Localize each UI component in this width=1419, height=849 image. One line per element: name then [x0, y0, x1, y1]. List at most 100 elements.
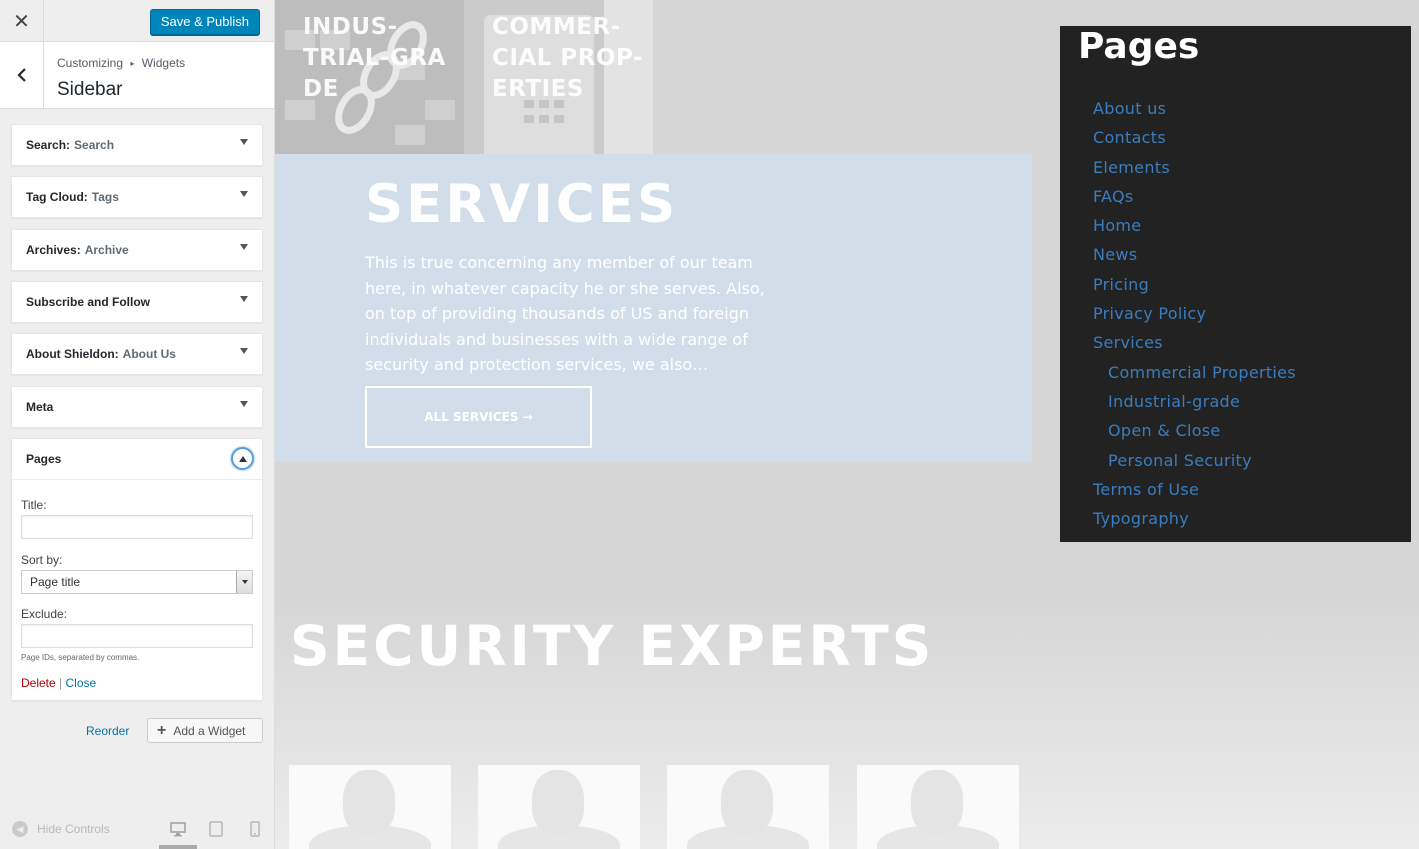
- widget-name: Archives:: [26, 243, 81, 257]
- expert-card[interactable]: [289, 765, 451, 849]
- page-link[interactable]: Typography: [1093, 504, 1296, 533]
- mobile-preview-icon[interactable]: [247, 821, 263, 837]
- actions-separator: |: [59, 676, 63, 690]
- widget-subtitle: Archive: [84, 243, 129, 257]
- pages-widget-title: Pages: [1078, 26, 1200, 67]
- widget-actions: Delete | Close: [21, 676, 253, 690]
- customizer-footer: ◀ Hide Controls: [0, 803, 274, 849]
- desktop-preview-icon[interactable]: [170, 821, 186, 837]
- widget-about-shieldon[interactable]: About Shieldon: About Us: [11, 333, 263, 375]
- delete-link[interactable]: Delete: [21, 676, 56, 690]
- title-label: Title:: [21, 498, 47, 512]
- breadcrumb-separator: ▸: [130, 59, 135, 68]
- page-link-child[interactable]: Personal Security: [1093, 446, 1296, 475]
- page-link-child[interactable]: Commercial Properties: [1093, 358, 1296, 387]
- widget-header[interactable]: Pages: [12, 439, 262, 479]
- commercial-properties-tile[interactable]: COMMER- CIAL PROP- ERTIES: [464, 0, 653, 154]
- close-icon[interactable]: ✕: [0, 0, 44, 42]
- widget-header[interactable]: Archives: Archive: [12, 230, 262, 270]
- portrait-face: [911, 770, 963, 834]
- exclude-label: Exclude:: [21, 607, 68, 621]
- pages-widget-preview: Pages About us Contacts Elements FAQs Home Ne…: [1060, 26, 1411, 542]
- triangle-down-icon[interactable]: [240, 139, 248, 145]
- breadcrumb: Customizing ▸ Widgets: [57, 56, 185, 70]
- widget-header[interactable]: Tag Cloud: Tags: [12, 177, 262, 217]
- widget-archives[interactable]: Archives: Archive: [11, 229, 263, 271]
- triangle-down-icon[interactable]: [240, 244, 248, 250]
- save-publish-button[interactable]: Save & Publish: [149, 9, 260, 35]
- active-device-indicator: [159, 845, 197, 849]
- triangle-down-icon[interactable]: [240, 191, 248, 197]
- industrial-grade-tile[interactable]: INDUS- TRIAL-GRA DE: [275, 0, 464, 154]
- triangle-up-icon[interactable]: [231, 447, 254, 470]
- exclude-hint: Page IDs, separated by commas.: [21, 653, 140, 662]
- section-header: Customizing ▸ Widgets Sidebar: [0, 42, 274, 109]
- widget-subtitle: Search: [74, 138, 115, 152]
- widget-header[interactable]: Subscribe and Follow: [12, 282, 262, 322]
- page-link[interactable]: FAQs: [1093, 182, 1296, 211]
- widget-header[interactable]: About Shieldon: About Us: [12, 334, 262, 374]
- customizer-header: ✕ Save & Publish: [0, 0, 274, 42]
- triangle-down-icon[interactable]: [240, 296, 248, 302]
- section-title: Sidebar: [57, 79, 123, 100]
- tablet-preview-icon[interactable]: [208, 821, 224, 837]
- page-link[interactable]: Terms of Use: [1093, 475, 1296, 504]
- page-link[interactable]: Privacy Policy: [1093, 299, 1296, 328]
- page-link[interactable]: Elements: [1093, 153, 1296, 182]
- sortby-value: Page title: [30, 575, 81, 589]
- all-services-button[interactable]: ALL SERVICES →: [365, 386, 592, 448]
- site-preview: INDUS- TRIAL-GRA DE COMMER- CIAL PROP- E…: [275, 0, 1419, 849]
- widget-pages[interactable]: Pages Title: Sort by: Page title Exclude…: [11, 438, 263, 701]
- widget-header[interactable]: Search: Search: [12, 125, 262, 165]
- widget-search[interactable]: Search: Search: [11, 124, 263, 166]
- page-link[interactable]: Contacts: [1093, 123, 1296, 152]
- tile-title: INDUS- TRIAL-GRA DE: [303, 14, 446, 102]
- widget-form: Title: Sort by: Page title Exclude: Page…: [12, 479, 262, 700]
- triangle-down-icon[interactable]: [240, 401, 248, 407]
- chevron-left-icon: [16, 68, 26, 82]
- widget-name: Search:: [26, 138, 71, 152]
- back-button[interactable]: [0, 42, 44, 108]
- exclude-input[interactable]: [21, 624, 253, 648]
- plus-icon: +: [157, 721, 167, 739]
- widget-subtitle: About Us: [122, 347, 176, 361]
- services-section: SERVICES This is true concerning any mem…: [275, 154, 1032, 462]
- add-widget-label: Add a Widget: [173, 723, 246, 738]
- page-link[interactable]: Pricing: [1093, 270, 1296, 299]
- widget-name: About Shieldon:: [26, 347, 119, 361]
- expert-card[interactable]: [478, 765, 640, 849]
- portrait-face: [721, 770, 773, 834]
- portrait-face: [343, 770, 395, 834]
- hide-controls-button[interactable]: ◀ Hide Controls: [12, 821, 110, 837]
- widget-subscribe-follow[interactable]: Subscribe and Follow: [11, 281, 263, 323]
- close-link[interactable]: Close: [66, 676, 97, 690]
- sortby-select[interactable]: Page title: [21, 570, 253, 594]
- page-link[interactable]: News: [1093, 240, 1296, 269]
- widget-header[interactable]: Meta: [12, 387, 262, 427]
- widget-name: Subscribe and Follow: [26, 295, 151, 309]
- chevron-down-icon[interactable]: [236, 571, 252, 593]
- title-input[interactable]: [21, 515, 253, 539]
- widget-subtitle: Tags: [91, 190, 119, 204]
- widget-tag-cloud[interactable]: Tag Cloud: Tags: [11, 176, 263, 218]
- portrait-face: [532, 770, 584, 834]
- page-link[interactable]: Home: [1093, 211, 1296, 240]
- expert-card[interactable]: [857, 765, 1019, 849]
- tile-title: COMMER- CIAL PROP- ERTIES: [492, 14, 644, 102]
- expert-card[interactable]: [667, 765, 829, 849]
- widget-name: Meta: [26, 400, 54, 414]
- breadcrumb-widgets: Widgets: [141, 56, 186, 70]
- widget-meta[interactable]: Meta: [11, 386, 263, 428]
- reorder-link[interactable]: Reorder: [86, 724, 129, 738]
- hide-controls-label: Hide Controls: [37, 822, 110, 836]
- services-title: SERVICES: [365, 174, 679, 235]
- breadcrumb-customizing: Customizing: [57, 56, 124, 70]
- page-link-child[interactable]: Open & Close: [1093, 416, 1296, 445]
- page-link[interactable]: Services: [1093, 328, 1296, 357]
- pages-list: About us Contacts Elements FAQs Home News Pric…: [1093, 94, 1296, 533]
- add-widget-button[interactable]: + Add a Widget: [147, 718, 263, 743]
- triangle-down-icon[interactable]: [240, 348, 248, 354]
- page-link-child[interactable]: Industrial-grade: [1093, 387, 1296, 416]
- services-description: This is true concerning any member of ou…: [365, 253, 765, 374]
- page-link[interactable]: About us: [1093, 94, 1296, 123]
